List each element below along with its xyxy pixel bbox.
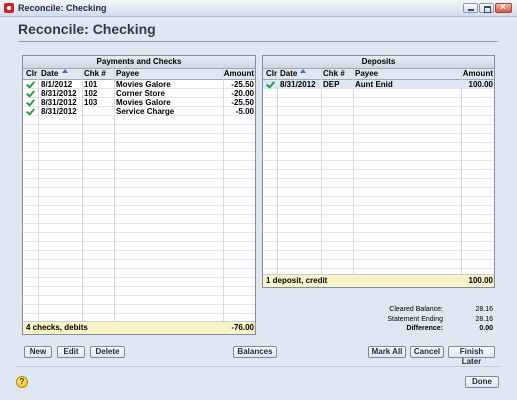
- payment-amount: -5.00: [235, 107, 254, 116]
- column-chk[interactable]: Chk #: [323, 69, 345, 79]
- maximize-icon[interactable]: [479, 3, 494, 13]
- statement-ending-label: Statement Ending: [387, 316, 443, 323]
- payments-footer: 4 checks, debits -76.00: [23, 321, 255, 334]
- cancel-button[interactable]: Cancel: [410, 346, 444, 358]
- payment-amount: -20.00: [231, 89, 254, 98]
- payment-amount: -25.50: [231, 98, 254, 107]
- payments-panel-title: Payments and Checks: [23, 56, 255, 69]
- balances-button[interactable]: Balances: [233, 346, 277, 358]
- payments-column-header: Clr Date Chk # Payee Amount: [23, 69, 255, 80]
- window-title-bar: Reconcile: Checking: [0, 0, 517, 17]
- payment-payee: Movies Galore: [116, 80, 171, 89]
- column-clr[interactable]: Clr: [26, 69, 37, 79]
- difference-label: Difference:: [406, 325, 443, 332]
- app-icon: [4, 3, 14, 13]
- statement-ending-value: 28.16: [475, 316, 493, 323]
- payment-payee: Service Charge: [116, 107, 175, 116]
- payment-row[interactable]: 8/31/2012 102 Corner Store -20.00: [23, 88, 255, 98]
- sort-ascending-icon: [300, 69, 306, 73]
- payment-chk: 102: [84, 89, 98, 98]
- sort-ascending-icon: [62, 69, 68, 73]
- deposits-panel-title: Deposits: [263, 56, 494, 69]
- column-payee[interactable]: Payee: [355, 69, 378, 79]
- payment-date: 8/1/2012: [41, 80, 73, 89]
- new-button[interactable]: New: [24, 346, 52, 358]
- window-title: Reconcile: Checking: [18, 3, 107, 13]
- payment-date: 8/31/2012: [41, 107, 77, 116]
- payment-date: 8/31/2012: [41, 89, 77, 98]
- deposit-date: 8/31/2012: [280, 80, 316, 89]
- payment-amount: -25.50: [231, 80, 254, 89]
- column-amount[interactable]: Amount: [462, 69, 493, 79]
- column-clr[interactable]: Clr: [266, 69, 277, 79]
- payments-panel: Payments and Checks Clr Date Chk # Payee…: [22, 55, 256, 335]
- bottom-divider: [16, 366, 501, 367]
- help-icon[interactable]: ?: [16, 376, 28, 388]
- payment-payee: Corner Store: [116, 89, 165, 98]
- column-payee[interactable]: Payee: [116, 69, 139, 79]
- deposits-grid: [263, 80, 494, 287]
- deposits-footer-label: 1 deposit, credit: [266, 276, 328, 285]
- title-divider: [18, 41, 498, 42]
- deposit-chk: DEP: [323, 80, 340, 89]
- payment-payee: Movies Galore: [116, 98, 171, 107]
- checkmark-icon[interactable]: [26, 106, 35, 116]
- payments-grid: [23, 80, 255, 334]
- deposits-footer-total: 100.00: [468, 276, 493, 285]
- deposits-footer: 1 deposit, credit 100.00: [263, 274, 494, 287]
- edit-button[interactable]: Edit: [57, 346, 85, 358]
- payment-chk: 101: [84, 80, 98, 89]
- column-date[interactable]: Date: [41, 69, 58, 79]
- payment-date: 8/31/2012: [41, 98, 77, 107]
- cleared-balance-value: 28.16: [475, 306, 493, 313]
- deposit-row[interactable]: 8/31/2012 DEP Aunt Enid 100.00: [263, 79, 494, 89]
- mark-all-button[interactable]: Mark All: [368, 346, 406, 358]
- column-date[interactable]: Date: [280, 69, 297, 79]
- payments-footer-total: -76.00: [231, 323, 254, 332]
- deposit-payee: Aunt Enid: [355, 80, 393, 89]
- minimize-icon[interactable]: [463, 3, 478, 13]
- page-title: Reconcile: Checking: [18, 21, 156, 37]
- cleared-balance-label: Cleared Balance:: [389, 306, 443, 313]
- deposits-column-header: Clr Date Chk # Payee Amount: [263, 69, 494, 80]
- payments-footer-label: 4 checks, debits: [26, 323, 88, 332]
- payment-chk: 103: [84, 98, 98, 107]
- checkmark-icon[interactable]: [266, 79, 275, 89]
- close-icon[interactable]: [495, 2, 512, 13]
- difference-value: 0.00: [479, 325, 493, 332]
- grid-divider: [461, 69, 462, 287]
- grid-divider: [353, 69, 354, 287]
- grid-divider: [321, 69, 322, 287]
- payment-row[interactable]: 8/31/2012 103 Movies Galore -25.50: [23, 97, 255, 107]
- column-amount[interactable]: Amount: [223, 69, 254, 79]
- delete-button[interactable]: Delete: [90, 346, 125, 358]
- payment-row[interactable]: 8/1/2012 101 Movies Galore -25.50: [23, 79, 255, 89]
- deposit-amount: 100.00: [468, 80, 493, 89]
- deposits-panel: Deposits Clr Date Chk # Payee Amount 8/3…: [262, 55, 495, 288]
- payment-row[interactable]: 8/31/2012 Service Charge -5.00: [23, 106, 255, 116]
- column-chk[interactable]: Chk #: [84, 69, 106, 79]
- grid-divider: [277, 69, 278, 287]
- finish-later-button[interactable]: Finish Later: [448, 346, 495, 366]
- done-button[interactable]: Done: [465, 376, 499, 388]
